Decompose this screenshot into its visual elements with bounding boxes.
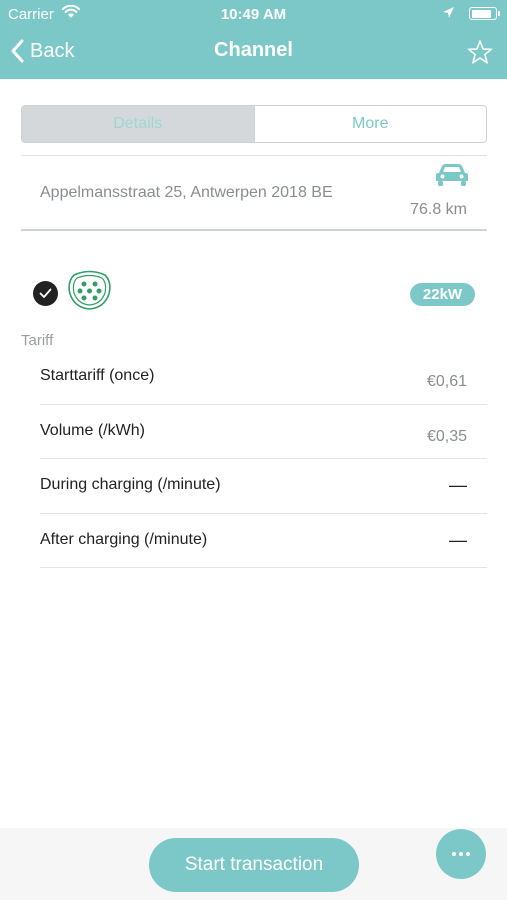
tab-bar: Details More xyxy=(21,105,487,143)
tariff-list: Starttariff (once) €0,61 Volume (/kWh) €… xyxy=(40,350,487,568)
tariff-row-label: After charging (/minute) xyxy=(40,530,208,548)
power-badge: 22kW xyxy=(410,283,475,306)
tab-details[interactable]: Details xyxy=(22,106,255,142)
car-icon xyxy=(435,162,469,188)
favorite-star-icon[interactable] xyxy=(467,39,493,65)
tariff-row: During charging (/minute) — xyxy=(40,459,487,514)
tariff-heading: Tariff xyxy=(21,332,54,349)
type2-plug-icon xyxy=(67,270,112,312)
ellipsis-icon xyxy=(452,852,470,856)
tariff-row-value: €0,61 xyxy=(426,373,467,390)
clock: 10:49 AM xyxy=(220,6,287,23)
start-transaction-button[interactable]: Start transaction xyxy=(149,838,359,892)
tariff-row-value: — xyxy=(449,475,467,495)
battery-icon xyxy=(469,7,500,20)
status-bar: Carrier 10:49 AM xyxy=(0,0,507,28)
tariff-row-value: — xyxy=(449,529,467,550)
tariff-row-label: Volume (/kWh) xyxy=(40,421,145,439)
navigation-bar: Carrier 10:49 AM Back Channel xyxy=(0,0,507,79)
back-label: Back xyxy=(30,39,75,62)
tariff-row: Volume (/kWh) €0,35 xyxy=(40,405,487,459)
location-card[interactable]: Appelmansstraat 25, Antwerpen 2018 BE 76… xyxy=(21,155,487,231)
tariff-row-value: €0,35 xyxy=(426,427,467,445)
distance-text: 76.8 km xyxy=(410,201,467,218)
more-options-button[interactable] xyxy=(436,829,486,879)
tariff-row-label: During charging (/minute) xyxy=(40,476,221,493)
tariff-row-label: Starttariff (once) xyxy=(40,367,155,384)
location-arrow-icon xyxy=(442,6,455,23)
tab-more[interactable]: More xyxy=(255,106,487,142)
back-button[interactable]: Back xyxy=(10,36,74,66)
tariff-row: Starttariff (once) €0,61 xyxy=(40,350,487,405)
chevron-left-icon xyxy=(11,39,24,63)
checkmark-icon[interactable] xyxy=(33,281,58,306)
tariff-row: After charging (/minute) — xyxy=(40,514,487,568)
address-text: Appelmansstraat 25, Antwerpen 2018 BE xyxy=(40,184,333,201)
page-title: Channel xyxy=(214,39,293,61)
